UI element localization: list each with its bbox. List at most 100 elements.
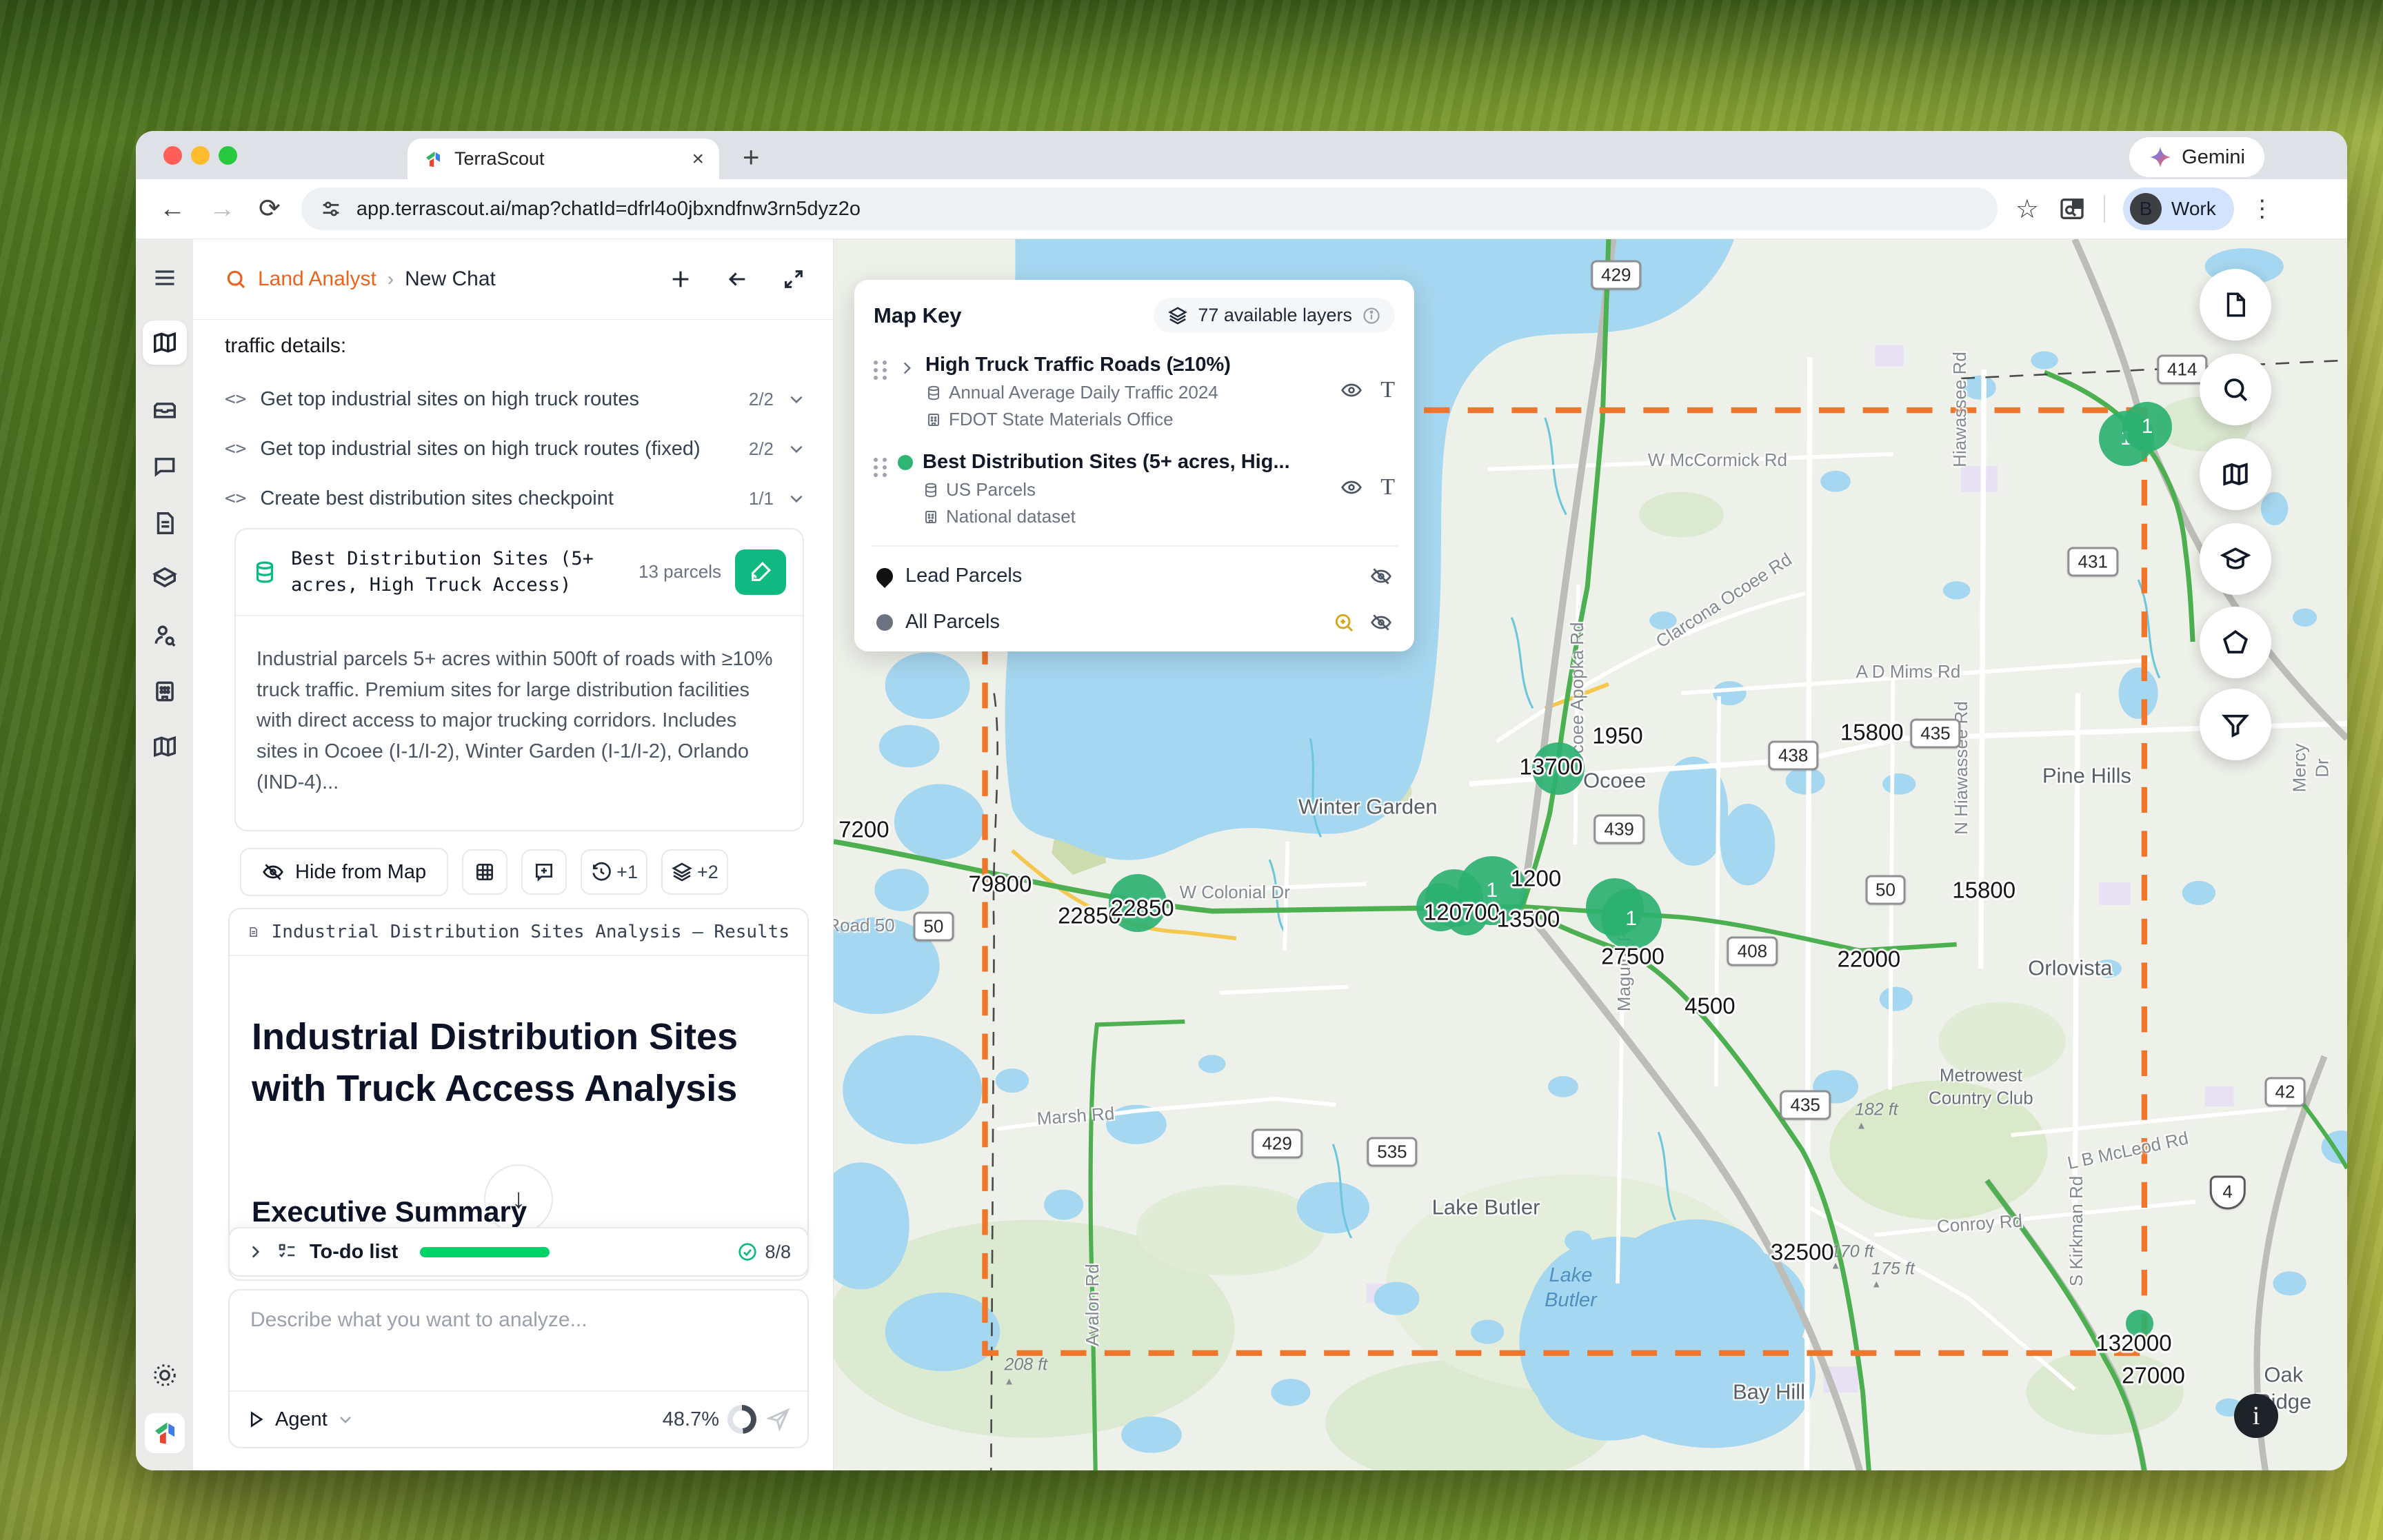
map-key-layer: High Truck Traffic Roads (≥10%) Annual Av… (874, 354, 1395, 430)
send-icon[interactable] (766, 1407, 791, 1432)
info-icon[interactable] (1362, 306, 1381, 325)
traffic-count-label: 15800 (1952, 876, 2016, 902)
back-button[interactable]: ← (159, 196, 185, 222)
rail-item-organizations[interactable] (152, 678, 178, 705)
parcel-cluster-marker[interactable]: 1 (2122, 401, 2173, 452)
map-label: Lake Butler (1545, 1264, 1597, 1311)
usage-percent: 48.7% (662, 1408, 719, 1430)
building-icon (925, 510, 936, 523)
drag-handle[interactable] (874, 361, 888, 380)
fab-learn[interactable] (2200, 523, 2271, 595)
layer-title: High Truck Traffic Roads (≥10%) (925, 354, 1231, 376)
map-key-toggle[interactable]: All Parcels (874, 593, 1395, 639)
map-key-title: Map Key (874, 303, 962, 327)
visibility-off-icon[interactable] (1370, 565, 1392, 587)
chat-step[interactable]: <> Create best distribution sites checkpo… (193, 474, 833, 523)
map-label: W McCormick Rd (1647, 449, 1787, 470)
dataset-actions: Hide from Map +1 +2 (240, 848, 728, 896)
rail-item-datasets[interactable] (152, 565, 178, 591)
rail-item-atlas[interactable] (152, 733, 178, 760)
todo-label: To-do list (310, 1240, 399, 1263)
rail-item-map[interactable] (142, 321, 187, 365)
profile-label: Work (2171, 198, 2216, 219)
new-tab-button[interactable]: + (743, 141, 760, 174)
composer-input[interactable]: Describe what you want to analyze... (230, 1290, 807, 1350)
site-settings-icon[interactable] (319, 197, 343, 221)
theme-sun-icon[interactable] (152, 1362, 178, 1388)
chevron-right-icon (252, 1246, 260, 1258)
gemini-button[interactable]: Gemini (2129, 137, 2264, 177)
available-layers-pill[interactable]: 77 available layers (1154, 298, 1395, 333)
toggle-label: Lead Parcels (905, 565, 1023, 587)
menu-icon[interactable] (152, 265, 177, 290)
fab-report[interactable] (2200, 269, 2271, 341)
chat-step[interactable]: <> Get top industrial sites on high truck… (193, 374, 833, 424)
expand-panel-button[interactable] (782, 267, 805, 291)
chevron-down-icon[interactable] (787, 390, 805, 408)
map-attribution-button[interactable]: i (2234, 1394, 2278, 1438)
traffic-count-label: 120700 (1423, 899, 1500, 925)
map-canvas[interactable]: 1111 Winter GardenOcoeePine HillsOrlovis… (834, 239, 2347, 1470)
comment-add-button[interactable] (521, 849, 567, 895)
rail-item-documents[interactable] (152, 510, 178, 536)
parcel-cluster-marker[interactable]: 1 (1600, 889, 1662, 950)
hide-from-map-button[interactable]: Hide from Map (240, 848, 449, 896)
paint-layer-button[interactable] (735, 549, 786, 595)
drag-handle[interactable] (874, 458, 888, 477)
minimize-window-button[interactable] (191, 146, 210, 165)
step-count: 2/2 (748, 438, 774, 459)
zoom-in-icon[interactable] (1333, 611, 1355, 634)
chat-step[interactable]: <> Get top industrial sites on high truck… (193, 424, 833, 474)
traffic-count-label: 27000 (2122, 1361, 2185, 1388)
visibility-off-icon[interactable] (1370, 611, 1392, 634)
profile-chip[interactable]: B Work (2122, 188, 2234, 230)
breadcrumb-agent[interactable]: Land Analyst (258, 267, 376, 291)
rail-item-chat[interactable] (152, 454, 178, 480)
step-list: <> Get top industrial sites on high truck… (193, 374, 833, 523)
traffic-count-label: 4500 (1685, 992, 1736, 1018)
chevron-down-icon[interactable] (787, 489, 805, 507)
fab-filter[interactable] (2200, 689, 2271, 760)
collapse-panel-button[interactable] (725, 267, 749, 291)
bookmark-star-icon[interactable]: ☆ (2015, 194, 2039, 225)
fab-draw-polygon[interactable] (2200, 607, 2271, 678)
forward-button[interactable]: → (209, 196, 235, 222)
agent-search-icon (227, 270, 245, 289)
map-label: Marsh Rd (1036, 1103, 1116, 1129)
building-icon (928, 413, 939, 426)
breadcrumb-separator: › (387, 268, 394, 290)
label-toggle[interactable]: T (1380, 474, 1395, 500)
step-label: Get top industrial sites on high truck r… (260, 387, 639, 410)
history-button[interactable]: +1 (581, 849, 647, 895)
mode-selector[interactable]: Agent (246, 1408, 354, 1431)
gemini-label: Gemini (2182, 145, 2245, 168)
reload-button[interactable]: ⟳ (259, 196, 281, 222)
fab-basemap[interactable] (2200, 438, 2271, 510)
map-label: S Kirkman Rd (2065, 1175, 2087, 1286)
chevron-right-icon[interactable] (898, 359, 916, 377)
traffic-count-label: 22850 (1110, 895, 1174, 921)
visibility-icon[interactable] (1340, 379, 1363, 401)
close-tab-icon[interactable]: × (692, 148, 704, 171)
todo-bar[interactable]: To-do list 8/8 (228, 1227, 809, 1277)
browser-menu-icon[interactable]: ⋮ (2251, 195, 2274, 223)
tab-strip: TerraScout × + Gemini (136, 131, 2347, 179)
fab-search[interactable] (2200, 354, 2271, 425)
terrascout-logo[interactable] (144, 1413, 185, 1453)
layers-more-button[interactable]: +2 (661, 849, 728, 895)
chevron-down-icon[interactable] (787, 440, 805, 458)
browser-tab[interactable]: TerraScout × (408, 139, 719, 179)
url-bar[interactable]: app.terrascout.ai/map?chatId=dfrl4o0jbxn… (301, 188, 1998, 230)
rail-item-inbox[interactable] (152, 398, 178, 425)
route-shield: 438 (1767, 740, 1819, 771)
side-panel-icon[interactable] (2058, 195, 2086, 223)
rail-item-contacts[interactable] (152, 622, 178, 648)
layer-source: Annual Average Daily Traffic 2024 (949, 382, 1218, 403)
map-key-toggle[interactable]: Lead Parcels (873, 547, 1395, 593)
new-chat-button[interactable] (669, 267, 692, 291)
zoom-window-button[interactable] (219, 146, 237, 165)
close-window-button[interactable] (163, 146, 182, 165)
label-toggle[interactable]: T (1380, 377, 1395, 403)
visibility-icon[interactable] (1340, 476, 1363, 498)
table-view-button[interactable] (462, 849, 508, 895)
